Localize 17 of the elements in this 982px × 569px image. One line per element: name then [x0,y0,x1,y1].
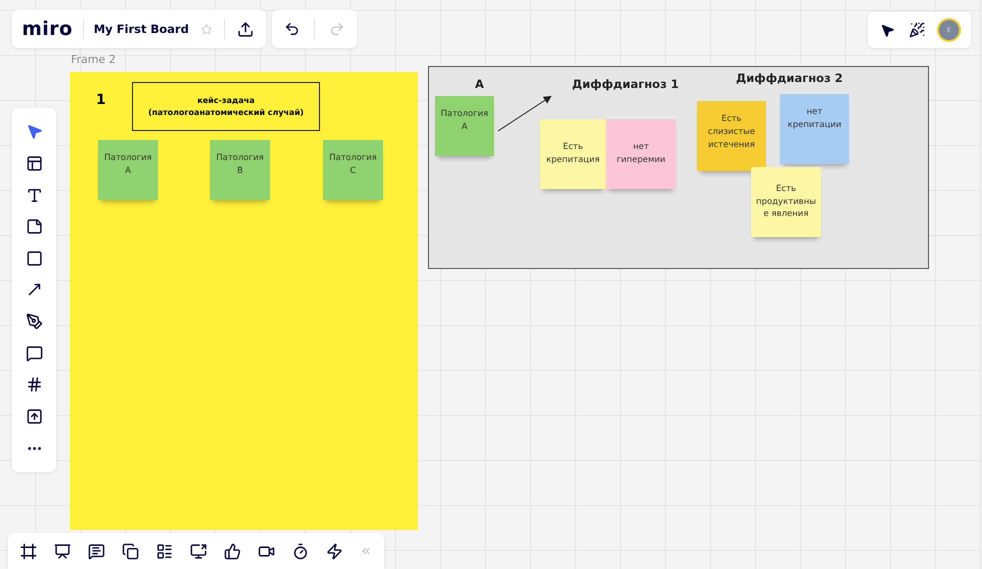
sticky-note: нет крепитации [780,94,849,164]
title-box: кейс-задача (патологоанатомический случай) [132,82,320,131]
sticky-note: Патология B [210,140,270,200]
heading: Диффдиагноз 2 [736,71,843,85]
frame-number: 1 [96,92,106,108]
heading: Диффдиагноз 1 [572,77,679,91]
frame-label: Frame 2 [71,53,116,66]
sticky-note: Патология A [435,96,494,156]
sticky-note: Патология A [98,140,158,200]
sticky-note: Патология C [323,140,383,200]
sticky-note: Есть крепитация [540,119,606,189]
board-title[interactable]: My First Board [94,22,189,36]
sticky-note: нет гиперемии [606,119,676,189]
logo: miro [22,18,73,40]
sticky-note: Есть продуктивны е явления [751,167,821,237]
heading: A [475,77,484,91]
sticky-note: Есть слизистые истечения [697,101,766,171]
